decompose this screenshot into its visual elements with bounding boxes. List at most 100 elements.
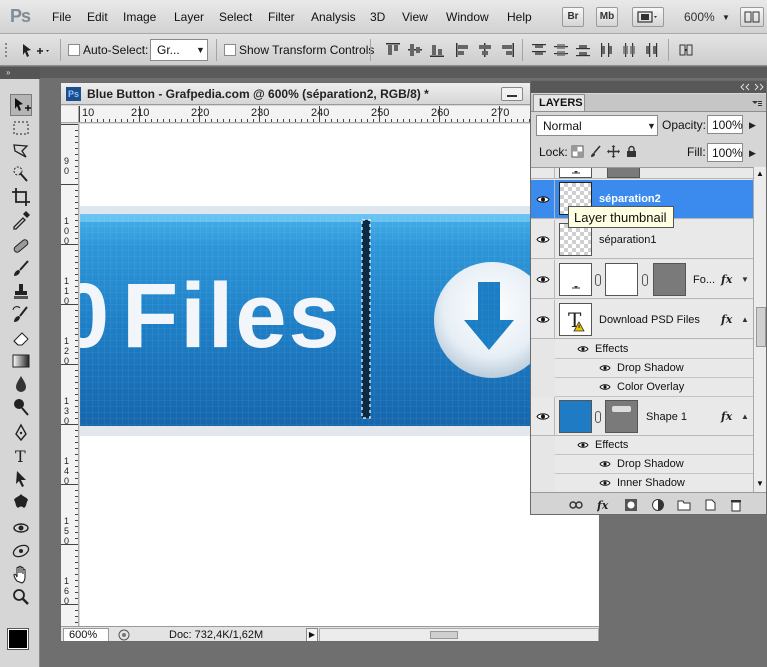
align-top-icon[interactable] bbox=[385, 42, 401, 58]
fx-icon[interactable]: fx bbox=[721, 410, 732, 423]
layer-thumbnail[interactable] bbox=[559, 168, 592, 178]
link-chain-icon[interactable] bbox=[595, 411, 601, 423]
layer-row-shape1[interactable]: Shape 1 fx ▲ bbox=[531, 397, 753, 436]
layers-scrollbar[interactable]: ▲ ▼ bbox=[753, 167, 766, 492]
history-brush-tool[interactable] bbox=[10, 304, 32, 326]
menu-3d[interactable]: 3D bbox=[370, 10, 385, 24]
eyedropper-tool[interactable] bbox=[10, 209, 32, 231]
show-transform-checkbox[interactable] bbox=[224, 44, 236, 56]
brush-tool[interactable] bbox=[10, 258, 32, 280]
document-title-bar[interactable]: Ps Blue Button - Grafpedia.com @ 600% (s… bbox=[61, 83, 599, 105]
menu-edit[interactable]: Edit bbox=[87, 10, 108, 24]
effect-row[interactable]: Drop Shadow bbox=[555, 455, 753, 474]
layer-name[interactable]: Shape 1 bbox=[646, 411, 687, 423]
menu-help[interactable]: Help bbox=[507, 10, 532, 24]
tools-panel-header[interactable]: » bbox=[0, 67, 40, 79]
menu-layer[interactable]: Layer bbox=[174, 10, 204, 24]
distribute-horizontal-center-icon[interactable] bbox=[621, 42, 637, 58]
collapse-effects-arrow-icon[interactable]: ▲ bbox=[741, 315, 749, 324]
layer-thumbnail[interactable]: T bbox=[559, 303, 592, 336]
add-layer-style-fx-icon[interactable]: fx bbox=[597, 498, 611, 512]
align-right-icon[interactable] bbox=[499, 42, 515, 58]
scroll-up-arrow-icon[interactable]: ▲ bbox=[756, 169, 764, 178]
minibridge-button[interactable]: Mb bbox=[596, 7, 618, 27]
layer-thumbnail[interactable] bbox=[559, 400, 592, 433]
vector-mask-thumbnail[interactable] bbox=[653, 263, 686, 296]
menu-window[interactable]: Window bbox=[446, 10, 489, 24]
3d-rotate-tool[interactable] bbox=[10, 517, 32, 539]
status-zoom-field[interactable]: 600% bbox=[63, 628, 109, 641]
lock-all-padlock-icon[interactable] bbox=[625, 145, 638, 158]
lock-position-move-icon[interactable] bbox=[607, 145, 620, 158]
bridge-button[interactable]: Br bbox=[562, 7, 584, 27]
visibility-toggle[interactable] bbox=[531, 397, 555, 435]
effects-group-header[interactable]: Effects bbox=[555, 436, 753, 455]
fx-icon[interactable]: fx bbox=[721, 313, 732, 326]
view-extras-button[interactable] bbox=[632, 7, 664, 27]
menu-filter[interactable]: Filter bbox=[268, 10, 295, 24]
expand-effects-arrow-icon[interactable]: ▼ bbox=[741, 275, 749, 284]
crop-tool[interactable] bbox=[10, 186, 32, 208]
delete-layer-trash-icon[interactable] bbox=[729, 498, 743, 512]
clone-stamp-tool[interactable] bbox=[10, 281, 32, 303]
visibility-toggle[interactable] bbox=[531, 168, 555, 178]
effect-row[interactable]: Inner Shadow bbox=[555, 474, 753, 492]
eraser-tool[interactable] bbox=[10, 327, 32, 349]
status-options-button[interactable] bbox=[117, 628, 131, 641]
link-chain-icon[interactable] bbox=[642, 274, 648, 286]
menu-analysis[interactable]: Analysis bbox=[311, 10, 356, 24]
visibility-toggle[interactable] bbox=[531, 300, 555, 338]
panel-menu-icon[interactable] bbox=[751, 98, 763, 108]
lock-transparency-icon[interactable] bbox=[571, 145, 584, 158]
new-group-folder-icon[interactable] bbox=[677, 498, 691, 512]
auto-select-checkbox[interactable] bbox=[68, 44, 80, 56]
distribute-left-icon[interactable] bbox=[599, 42, 615, 58]
tab-layers[interactable]: LAYERS bbox=[533, 94, 585, 111]
lasso-tool[interactable] bbox=[10, 140, 32, 162]
horizontal-ruler[interactable]: 10 210 220 230 240 250 260 270 bbox=[79, 106, 599, 123]
vector-mask-thumbnail[interactable] bbox=[607, 168, 640, 178]
auto-align-layers-icon[interactable] bbox=[678, 42, 694, 58]
healing-brush-tool[interactable] bbox=[10, 235, 32, 257]
horizontal-scrollbar[interactable] bbox=[319, 628, 599, 641]
arrange-documents-button[interactable] bbox=[740, 7, 764, 27]
align-bottom-icon[interactable] bbox=[429, 42, 445, 58]
distribute-top-icon[interactable] bbox=[531, 42, 547, 58]
layer-row-partial[interactable] bbox=[531, 168, 753, 179]
visibility-toggle[interactable] bbox=[531, 220, 555, 258]
layer-name[interactable]: Download PSD Files bbox=[599, 314, 700, 326]
link-chain-icon[interactable] bbox=[595, 274, 601, 286]
distribute-vertical-center-icon[interactable] bbox=[553, 42, 569, 58]
auto-select-dropdown[interactable]: Gr... ▼ bbox=[150, 39, 208, 61]
layer-name[interactable]: séparation2 bbox=[599, 193, 661, 205]
layer-name[interactable]: Fo... bbox=[693, 274, 715, 286]
align-horizontal-center-icon[interactable] bbox=[477, 42, 493, 58]
gradient-tool[interactable] bbox=[10, 350, 32, 372]
effects-group-header[interactable]: Effects bbox=[555, 340, 753, 359]
path-selection-tool[interactable] bbox=[10, 468, 32, 490]
menu-file[interactable]: File bbox=[52, 10, 71, 24]
fill-input[interactable]: 100% bbox=[707, 143, 743, 162]
layer-mask-thumbnail[interactable] bbox=[605, 263, 638, 296]
align-left-icon[interactable] bbox=[455, 42, 471, 58]
effect-row[interactable]: Drop Shadow bbox=[555, 359, 753, 378]
dodge-tool[interactable] bbox=[10, 396, 32, 418]
zoom-dropdown-arrow-icon[interactable]: ▼ bbox=[722, 13, 730, 22]
add-mask-icon[interactable] bbox=[624, 498, 638, 512]
zoom-level[interactable]: 600% bbox=[684, 10, 715, 24]
new-layer-icon[interactable] bbox=[703, 498, 717, 512]
layer-row-download-text[interactable]: T Download PSD Files fx ▲ bbox=[531, 300, 753, 339]
scroll-down-arrow-icon[interactable]: ▼ bbox=[756, 479, 764, 488]
custom-shape-tool[interactable] bbox=[10, 491, 32, 513]
type-tool[interactable]: T bbox=[10, 445, 32, 467]
opacity-input[interactable]: 100% bbox=[707, 115, 743, 134]
foreground-color-swatch[interactable] bbox=[7, 628, 29, 650]
status-menu-arrow-icon[interactable]: ▶ bbox=[306, 628, 318, 641]
menu-view[interactable]: View bbox=[402, 10, 428, 24]
canvas[interactable]: 0 Files bbox=[80, 124, 599, 626]
panel-dock-header[interactable] bbox=[531, 81, 766, 93]
ruler-origin[interactable] bbox=[61, 106, 79, 123]
grip-handle[interactable] bbox=[4, 42, 16, 60]
blend-mode-dropdown[interactable]: Normal ▼ bbox=[536, 115, 658, 136]
layer-thumbnail[interactable] bbox=[559, 263, 592, 296]
